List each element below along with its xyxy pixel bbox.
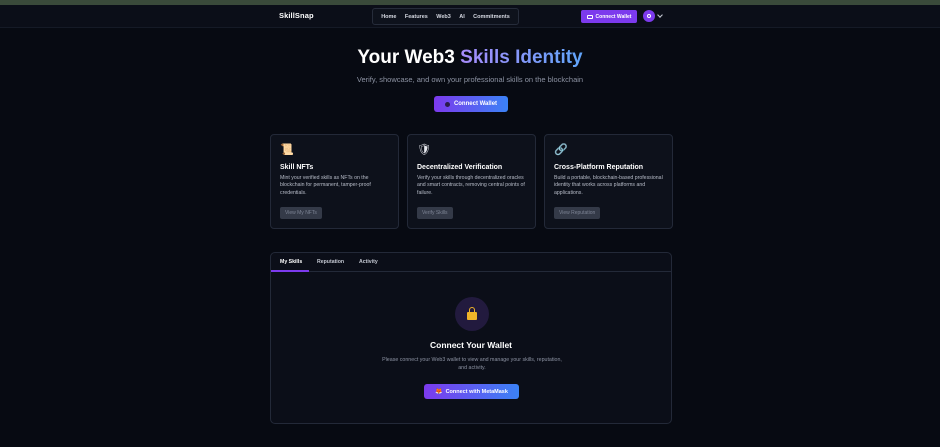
verify-skills-button[interactable]: Verify Skills [417, 207, 453, 219]
chevron-down-icon[interactable] [657, 12, 663, 18]
wallet-icon [586, 14, 593, 19]
navbar: SkillSnap Home Features Web3 AI Commitme… [0, 5, 940, 28]
card-description: Verify your skills through decentralized… [417, 175, 525, 196]
skills-panel: My Skills Reputation Activity Connect Yo… [270, 252, 672, 424]
nav-connect-label: Connect Wallet [595, 13, 632, 20]
hero-connect-wallet-button[interactable]: Connect Wallet [434, 96, 508, 112]
nav-links: Home Features Web3 AI Commitments [372, 8, 519, 25]
card-description: Build a portable, blockchain-based profe… [554, 175, 663, 196]
nav-link-ai[interactable]: AI [459, 14, 465, 20]
nav-connect-wallet-button[interactable]: Connect Wallet [581, 10, 637, 23]
shield-icon: 🛡 [417, 144, 431, 156]
panel-description: Please connect your Web3 wallet to view … [382, 357, 562, 371]
hero-title: Your Web3 Skills Identity [0, 47, 940, 69]
hero-connect-label: Connect Wallet [453, 101, 498, 107]
card-description: Mint your verified skills as NFTs on the… [280, 175, 371, 196]
card-title: Decentralized Verification [417, 164, 503, 171]
metamask-fox-icon: 🦊 [435, 389, 443, 395]
panel-tabs: My Skills Reputation Activity [271, 253, 671, 272]
view-reputation-button[interactable]: View Reputation [554, 207, 601, 219]
brand-logo[interactable]: SkillSnap [279, 11, 314, 20]
feature-card-skill-nfts: 📜 Skill NFTs Mint your verified skills a… [270, 134, 399, 229]
metamask-button-label: Connect with MetaMask [445, 388, 508, 395]
tab-reputation[interactable]: Reputation [317, 259, 344, 265]
link-icon: 🔗 [554, 144, 568, 156]
hero-subtitle: Verify, showcase, and own your professio… [356, 75, 584, 84]
hero-title-accent: Skills Identity [460, 47, 583, 68]
active-tab-indicator [271, 270, 309, 272]
nav-link-features[interactable]: Features [405, 14, 428, 20]
avatar[interactable] [643, 10, 655, 22]
connect-metamask-button[interactable]: 🦊 Connect with MetaMask [424, 384, 519, 399]
nav-link-web3[interactable]: Web3 [436, 14, 451, 20]
hero-title-prefix: Your Web3 [357, 47, 461, 68]
nav-link-commitments[interactable]: Commitments [473, 14, 510, 20]
card-title: Cross-Platform Reputation [554, 164, 644, 171]
view-my-nfts-button[interactable]: View My NFTs [280, 207, 322, 219]
lock-shackle [469, 307, 475, 313]
user-icon [647, 14, 651, 18]
feature-card-verification: 🛡 Decentralized Verification Verify your… [407, 134, 536, 229]
wallet-dot-icon [444, 101, 450, 107]
lock-icon [467, 307, 477, 320]
card-title: Skill NFTs [280, 164, 314, 171]
panel-title: Connect Your Wallet [429, 340, 513, 350]
scroll-icon: 📜 [280, 144, 294, 156]
nav-link-home[interactable]: Home [381, 14, 396, 20]
tab-activity[interactable]: Activity [359, 259, 378, 265]
tab-my-skills[interactable]: My Skills [280, 259, 302, 265]
feature-card-reputation: 🔗 Cross-Platform Reputation Build a port… [544, 134, 673, 229]
lock-badge [455, 297, 489, 331]
